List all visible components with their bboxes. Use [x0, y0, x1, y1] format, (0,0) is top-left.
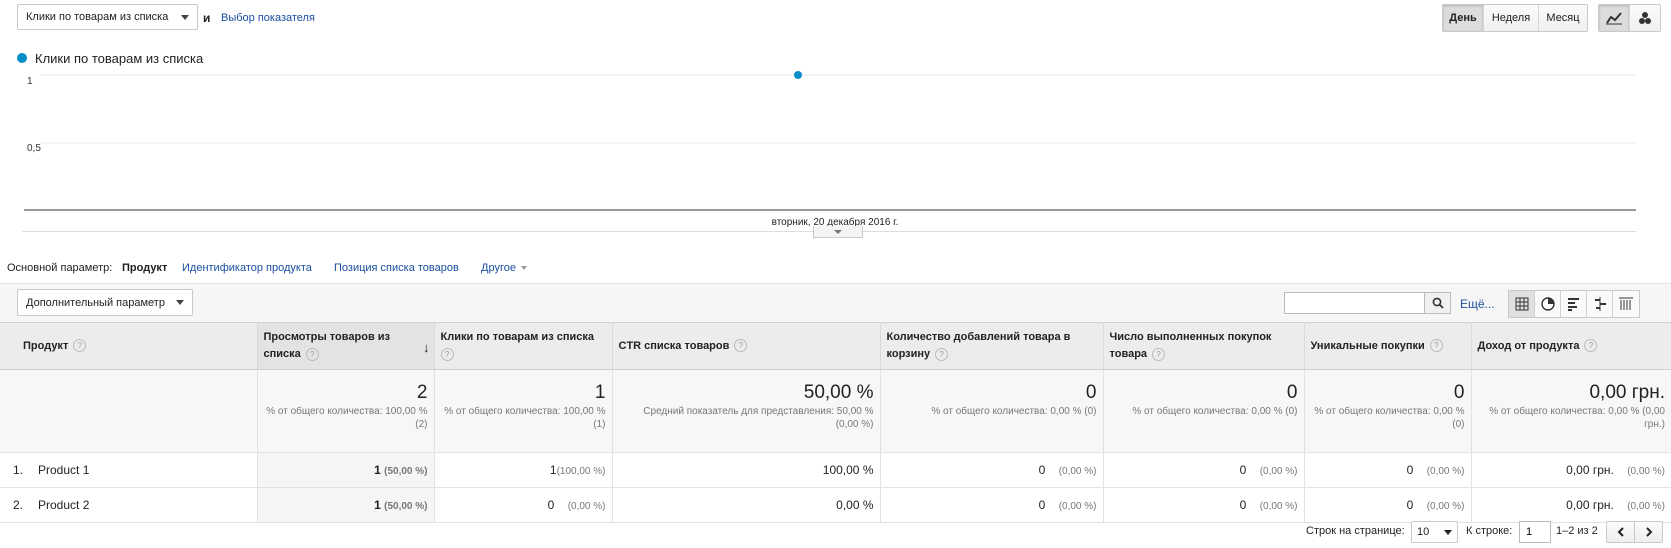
rows-per-page-label: Строк на странице:: [1306, 525, 1405, 537]
ctr-cell: 0,00 %: [612, 487, 881, 523]
choose-metric-link[interactable]: Выбор показателя: [221, 12, 315, 24]
pie-view-icon[interactable]: [1535, 291, 1561, 317]
search-button[interactable]: [1425, 292, 1451, 314]
total-add-to-cart: 0% от общего количества: 0,00 % (0): [880, 369, 1104, 453]
comparison-view-icon[interactable]: [1587, 291, 1613, 317]
list-clicks-cell: 0 (0,00 %): [434, 487, 613, 523]
help-icon[interactable]: ?: [440, 347, 454, 361]
chart-type-toggle: [1598, 4, 1661, 32]
chevron-down-icon: [181, 14, 189, 20]
bar-view-icon[interactable]: [1561, 291, 1587, 317]
chart-collapse-handle[interactable]: [813, 226, 863, 238]
total-list-views: 2% от общего количества: 100,00 % (2): [257, 369, 435, 453]
list-views-cell: 1 (50,00 %): [257, 452, 435, 488]
pivot-view-icon[interactable]: [1613, 291, 1639, 317]
total-checkouts: 0% от общего количества: 0,00 % (0): [1103, 369, 1305, 453]
pager: [1606, 521, 1663, 543]
report-table: Продукт? Просмотры товаров из списка? ↓ …: [0, 322, 1671, 523]
secondary-dimension-select[interactable]: Дополнительный параметр: [17, 289, 193, 316]
header-product-checkouts[interactable]: Число выполненных покупок товара?: [1103, 322, 1305, 370]
product-cell: 1. Product 1: [0, 452, 258, 488]
dimension-list-position[interactable]: Позиция списка товаров: [334, 262, 459, 274]
chevron-down-icon: [834, 229, 842, 234]
checkouts-cell: 0 (0,00 %): [1103, 452, 1305, 488]
rows-per-page-value: 10: [1417, 526, 1430, 538]
sort-desc-icon: ↓: [423, 340, 430, 355]
and-label: и: [203, 11, 211, 25]
help-icon[interactable]: ?: [1584, 339, 1598, 353]
unique-purchases-cell: 0 (0,00 %): [1304, 487, 1472, 523]
search-icon: [1432, 297, 1444, 309]
checkouts-cell: 0 (0,00 %): [1103, 487, 1305, 523]
header-unique-purchases[interactable]: Уникальные покупки?: [1304, 322, 1472, 370]
table-row: 2. Product 2 1 (50,00 %) 0 (0,00 %) 0,00 …: [0, 487, 1671, 523]
table-row: 1. Product 1 1 (50,00 %) 1(100,00 %) 100,…: [0, 452, 1671, 488]
help-icon[interactable]: ?: [1152, 347, 1166, 361]
metric-select-value: Клики по товарам из списка: [26, 11, 169, 23]
header-product[interactable]: Продукт?: [0, 322, 258, 370]
header-list-views[interactable]: Просмотры товаров из списка? ↓: [257, 322, 435, 370]
period-toggle: День Неделя Месяц: [1442, 4, 1588, 32]
ctr-cell: 100,00 %: [612, 452, 881, 488]
help-icon[interactable]: ?: [1429, 339, 1443, 353]
product-link[interactable]: Product 2: [38, 498, 89, 512]
total-list-clicks: 1% от общего количества: 100,00 % (1): [434, 369, 613, 453]
y-tick-1: 1: [27, 76, 33, 87]
revenue-cell: 0,00 грн. (0,00 %): [1471, 487, 1671, 523]
goto-row-label: К строке:: [1466, 525, 1513, 537]
motion-chart-icon[interactable]: [1630, 5, 1660, 31]
more-link[interactable]: Ещё...: [1460, 297, 1495, 311]
header-list-ctr[interactable]: CTR списка товаров?: [612, 322, 881, 370]
product-cell: 2. Product 2: [0, 487, 258, 523]
totals-label-cell: [0, 369, 258, 453]
help-icon[interactable]: ?: [305, 347, 319, 361]
chevron-right-icon: [1645, 527, 1652, 537]
page-range: 1–2 из 2: [1556, 525, 1598, 537]
secondary-dimension-label: Дополнительный параметр: [26, 296, 165, 309]
add-to-cart-cell: 0 (0,00 %): [880, 487, 1104, 523]
total-unique-purchases: 0% от общего количества: 0,00 % (0): [1304, 369, 1472, 453]
dimension-other[interactable]: Другое: [481, 262, 528, 274]
y-tick-0-5: 0,5: [27, 143, 41, 154]
search-input[interactable]: [1284, 292, 1425, 314]
header-product-revenue[interactable]: Доход от продукта?: [1471, 322, 1671, 370]
table-view-icon[interactable]: [1509, 291, 1535, 317]
period-month-button[interactable]: Месяц: [1539, 5, 1587, 31]
list-views-cell: 1 (50,00 %): [257, 487, 435, 523]
next-page-button[interactable]: [1635, 522, 1662, 542]
chevron-down-icon: [176, 300, 184, 305]
revenue-cell: 0,00 грн. (0,00 %): [1471, 452, 1671, 488]
total-ctr: 50,00 % Средний показатель для представле…: [612, 369, 881, 453]
help-icon[interactable]: ?: [73, 339, 87, 353]
period-day-button[interactable]: День: [1443, 5, 1484, 31]
chevron-down-icon: [1444, 529, 1452, 535]
header-list-clicks[interactable]: Клики по товарам из списка?: [434, 322, 613, 370]
product-link[interactable]: Product 1: [38, 463, 89, 477]
chevron-down-icon: [521, 266, 528, 271]
rows-per-page-select[interactable]: 10: [1411, 521, 1458, 543]
total-revenue: 0,00 грн.% от общего количества: 0,00 % …: [1471, 369, 1671, 453]
line-chart-icon[interactable]: [1599, 5, 1630, 31]
period-week-button[interactable]: Неделя: [1484, 5, 1539, 31]
table-header-row: Продукт? Просмотры товаров из списка? ↓ …: [0, 322, 1671, 370]
unique-purchases-cell: 0 (0,00 %): [1304, 452, 1472, 488]
chevron-left-icon: [1617, 527, 1624, 537]
help-icon[interactable]: ?: [734, 339, 748, 353]
view-toggle: [1508, 290, 1640, 318]
prev-page-button[interactable]: [1607, 522, 1635, 542]
list-clicks-cell: 1(100,00 %): [434, 452, 613, 488]
totals-row: 2% от общего количества: 100,00 % (2) 1%…: [0, 369, 1671, 453]
primary-dimension-label: Основной параметр:: [7, 262, 113, 274]
data-point[interactable]: [794, 71, 802, 79]
goto-row-input[interactable]: [1519, 521, 1551, 543]
dimension-product[interactable]: Продукт: [122, 262, 167, 274]
add-to-cart-cell: 0 (0,00 %): [880, 452, 1104, 488]
metric-select[interactable]: Клики по товарам из списка: [17, 4, 198, 30]
dimension-product-id[interactable]: Идентификатор продукта: [182, 262, 312, 274]
help-icon[interactable]: ?: [935, 347, 949, 361]
dimension-other-label: Другое: [481, 262, 516, 274]
timeline-chart: 1 0,5 вторник, 20 декабря 2016 г.: [24, 71, 1636, 228]
header-add-to-cart[interactable]: Количество добавлений товара в корзину?: [880, 322, 1104, 370]
